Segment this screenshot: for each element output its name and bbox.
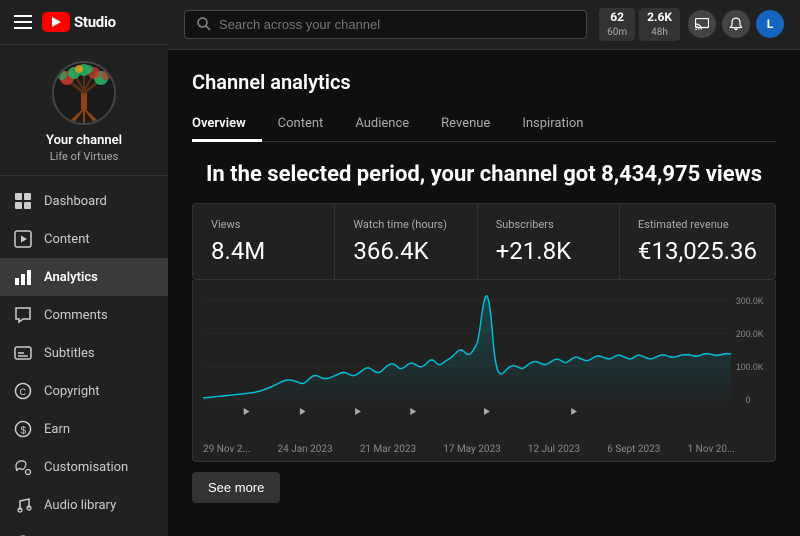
sidebar-header: Studio	[0, 0, 168, 45]
avatar[interactable]	[52, 61, 116, 125]
watchtime-value: 366.4K	[353, 237, 458, 265]
sidebar-item-daily-ideas[interactable]: Daily Ideas ↗	[0, 524, 168, 536]
sidebar-item-audio-library[interactable]: Audio library	[0, 486, 168, 524]
stat-card-watchtime: Watch time (hours) 366.4K	[335, 204, 477, 279]
search-bar[interactable]	[184, 10, 587, 39]
main-content: 62 60m 2.6K 48h L Channel analytics	[168, 0, 800, 536]
svg-text:0: 0	[746, 394, 751, 404]
search-input[interactable]	[219, 17, 574, 32]
paint-icon	[14, 458, 32, 476]
hamburger-icon[interactable]	[14, 15, 32, 29]
sidebar-item-analytics[interactable]: Analytics	[0, 258, 168, 296]
sidebar-item-copyright[interactable]: C Copyright	[0, 372, 168, 410]
tab-inspiration[interactable]: Inspiration	[506, 108, 599, 142]
content-area: Channel analytics Overview Content Audie…	[168, 50, 800, 536]
grid-icon	[14, 192, 32, 210]
user-avatar[interactable]: L	[756, 10, 784, 38]
x-label-1: 24 Jan 2023	[278, 444, 333, 455]
views-headline: In the selected period, your channel got…	[192, 162, 776, 187]
subscribers-label: Subscribers	[496, 218, 601, 231]
sidebar-item-comments[interactable]: Comments	[0, 296, 168, 334]
x-label-2: 21 Mar 2023	[360, 444, 416, 455]
chart-x-labels: 29 Nov 2... 24 Jan 2023 21 Mar 2023 17 M…	[203, 440, 765, 461]
see-more-button[interactable]: See more	[192, 472, 280, 503]
yt-logo-icon	[42, 12, 70, 32]
tab-content[interactable]: Content	[262, 108, 340, 142]
dashboard-label: Dashboard	[44, 194, 107, 209]
x-label-4: 12 Jul 2023	[528, 444, 580, 455]
sidebar-item-customisation[interactable]: Customisation	[0, 448, 168, 486]
tab-audience[interactable]: Audience	[339, 108, 425, 142]
revenue-label: Estimated revenue	[638, 218, 757, 231]
revenue-value: €13,025.36	[638, 237, 757, 265]
sidebar-item-content[interactable]: Content	[0, 220, 168, 258]
stat1-lbl: 60m	[607, 26, 627, 39]
stat1-num: 62	[610, 10, 624, 26]
svg-text:200.0K: 200.0K	[736, 328, 764, 338]
chart-container: 300.0K 200.0K 100.0K 0 29 Nov 2... 24 Ja…	[192, 280, 776, 462]
chart-svg: 300.0K 200.0K 100.0K 0	[203, 290, 765, 430]
tab-overview[interactable]: Overview	[192, 108, 262, 142]
x-label-3: 17 May 2023	[443, 444, 501, 455]
music-icon	[14, 496, 32, 514]
subtitles-label: Subtitles	[44, 346, 95, 361]
earn-label: Earn	[44, 422, 70, 437]
page-title: Channel analytics	[192, 70, 776, 94]
svg-text:C: C	[20, 387, 27, 397]
svg-text:100.0K: 100.0K	[736, 361, 764, 371]
customisation-label: Customisation	[44, 460, 128, 475]
svg-text:300.0K: 300.0K	[736, 295, 764, 305]
x-label-5: 6 Sept 2023	[607, 444, 660, 455]
dollar-icon: $	[14, 420, 32, 438]
subtitles-icon	[14, 344, 32, 362]
copyright-icon: C	[14, 382, 32, 400]
search-icon	[197, 17, 211, 31]
x-label-6: 1 Nov 20...	[688, 444, 735, 455]
tab-revenue[interactable]: Revenue	[425, 108, 506, 142]
stat-pill-60m: 62 60m	[599, 8, 635, 41]
tabs: Overview Content Audience Revenue Inspir…	[192, 108, 776, 142]
sidebar-item-dashboard[interactable]: Dashboard	[0, 182, 168, 220]
channel-subtitle: Life of Virtues	[50, 150, 119, 163]
comment-icon	[14, 306, 32, 324]
sidebar: Studio	[0, 0, 168, 536]
analytics-label: Analytics	[44, 270, 98, 285]
stat2-num: 2.6K	[647, 10, 672, 26]
subscribers-value: +21.8K	[496, 237, 601, 265]
channel-name: Your channel	[46, 133, 122, 148]
stat-pill-48h: 2.6K 48h	[639, 8, 680, 41]
stat-card-subscribers: Subscribers +21.8K	[478, 204, 620, 279]
topbar-icons: L	[688, 10, 784, 38]
play-square-icon	[14, 230, 32, 248]
stats-row: Views 8.4M Watch time (hours) 366.4K Sub…	[192, 203, 776, 280]
copyright-label: Copyright	[44, 384, 100, 399]
sidebar-nav: Dashboard Content Analytics Comments	[0, 176, 168, 536]
bar-chart-icon	[14, 268, 32, 286]
stat2-lbl: 48h	[651, 26, 668, 39]
watchtime-label: Watch time (hours)	[353, 218, 458, 231]
audio-library-label: Audio library	[44, 498, 116, 513]
svg-text:$: $	[21, 426, 27, 437]
yt-studio-logo: Studio	[42, 12, 116, 32]
cast-button[interactable]	[688, 10, 716, 38]
views-value: 8.4M	[211, 237, 316, 265]
sidebar-item-subtitles[interactable]: Subtitles	[0, 334, 168, 372]
stat-card-revenue: Estimated revenue €13,025.36	[620, 204, 775, 279]
notification-button[interactable]	[722, 10, 750, 38]
stat-card-views: Views 8.4M	[193, 204, 335, 279]
topbar-right: 62 60m 2.6K 48h L	[599, 8, 784, 41]
sidebar-item-earn[interactable]: $ Earn	[0, 410, 168, 448]
x-label-0: 29 Nov 2...	[203, 444, 250, 455]
topbar: 62 60m 2.6K 48h L	[168, 0, 800, 50]
yt-logo-text: Studio	[74, 13, 116, 31]
content-label: Content	[44, 232, 90, 247]
comments-label: Comments	[44, 308, 108, 323]
views-label: Views	[211, 218, 316, 231]
channel-section: Your channel Life of Virtues	[0, 45, 168, 176]
